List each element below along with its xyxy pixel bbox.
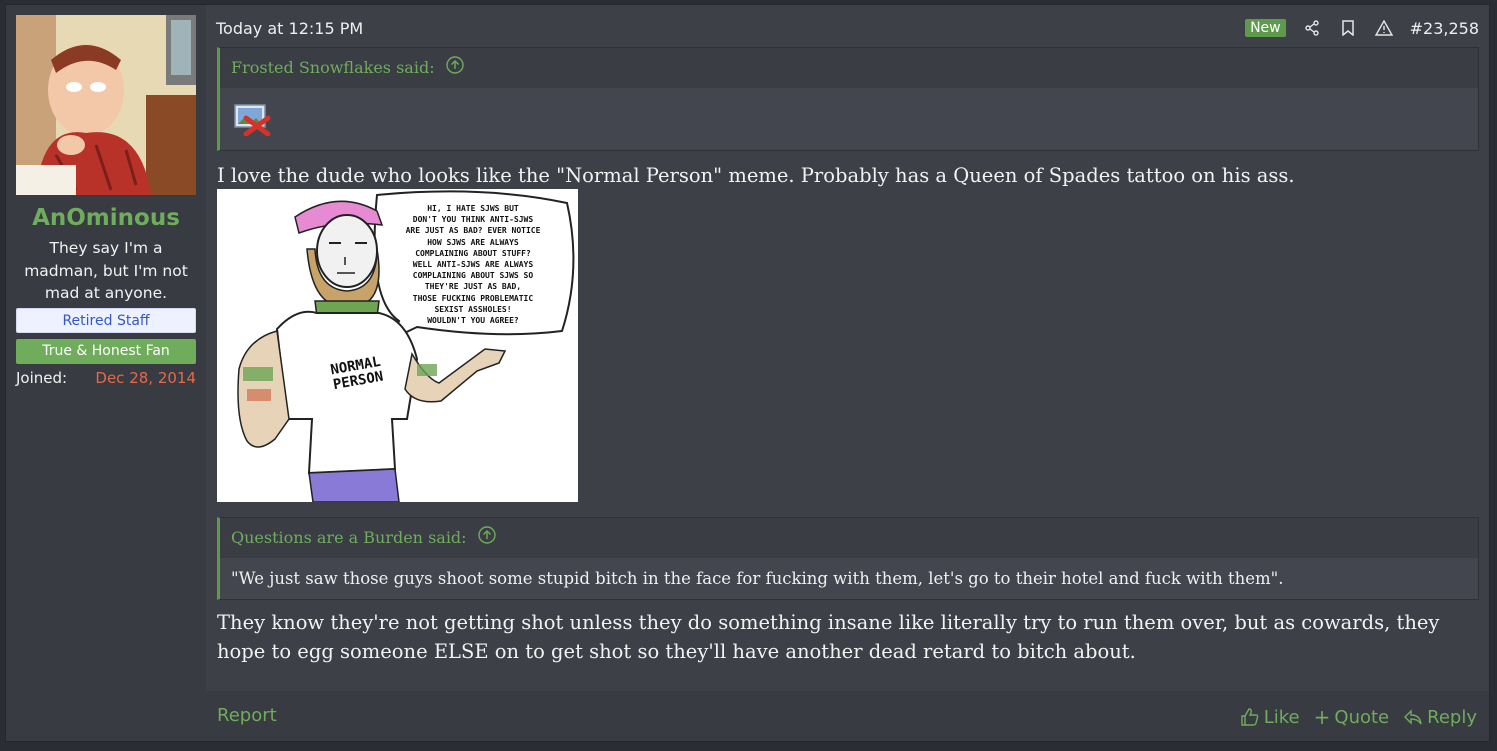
post-footer: Report Like + Quote Reply <box>206 691 1489 741</box>
meme-speech-line: WOULDN'T YOU AGREE? <box>427 316 519 326</box>
quote-header: Questions are a Burden said: <box>220 518 1478 558</box>
quote-text: "We just saw those guys shoot some stupi… <box>220 558 1478 599</box>
meme-speech-line: DON'T YOU THINK ANTI-SJWS <box>412 215 534 225</box>
meme-speech-line: COMPLAINING ABOUT STUFF? <box>415 248 531 258</box>
avatar-image <box>16 15 196 195</box>
meme-speech-line: COMPLAINING ABOUT SJWS SO <box>412 271 534 281</box>
broken-image-icon[interactable] <box>234 104 272 141</box>
post-content: Today at 12:15 PM New #23,258 Frosted Sn… <box>206 5 1489 741</box>
post-number[interactable]: #23,258 <box>1410 19 1479 38</box>
username[interactable]: AnOminous <box>6 205 206 231</box>
quote-label: Quote <box>1334 706 1390 728</box>
forum-post: AnOminous They say I'm a madman, but I'm… <box>5 4 1490 742</box>
quote-header: Frosted Snowflakes said: <box>220 48 1478 88</box>
user-info-panel: AnOminous They say I'm a madman, but I'm… <box>6 5 206 741</box>
plus-icon: + <box>1313 705 1331 729</box>
bookmark-icon[interactable] <box>1338 18 1358 38</box>
up-arrow-circle-icon[interactable] <box>477 519 496 559</box>
report-link[interactable]: Report <box>217 705 277 726</box>
reply-icon <box>1404 709 1422 725</box>
quote-author[interactable]: Frosted Snowflakes said: <box>231 58 435 77</box>
quote-author[interactable]: Questions are a Burden said: <box>231 528 467 547</box>
quote-block-2: Questions are a Burden said: "We just sa… <box>217 517 1479 600</box>
meme-speech-line: HI, I HATE SJWS BUT <box>427 204 519 213</box>
quote-block-1: Frosted Snowflakes said: <box>217 47 1479 151</box>
meme-speech-line: SEXIST ASSHOLES! <box>434 304 512 314</box>
user-avatar[interactable] <box>16 15 196 195</box>
joined-row: Joined: Dec 28, 2014 <box>16 369 196 387</box>
share-icon[interactable] <box>1302 18 1322 38</box>
meme-speech-line: THOSE FUCKING PROBLEMATIC <box>412 293 534 303</box>
like-label: Like <box>1263 706 1300 728</box>
meme-speech-line: WELL ANTI-SJWS ARE ALWAYS <box>412 260 534 270</box>
honest-fan-banner: True & Honest Fan <box>16 339 196 364</box>
post-header: Today at 12:15 PM New #23,258 <box>216 17 1479 39</box>
reply-button[interactable]: Reply <box>1403 705 1477 729</box>
normal-person-meme-image[interactable]: HI, I HATE SJWS BUT DON'T YOU THINK ANTI… <box>217 189 578 502</box>
post-header-actions: New #23,258 <box>1245 18 1479 38</box>
joined-date: Dec 28, 2014 <box>95 369 196 387</box>
meme-speech-line: THEY'RE JUST AS BAD, <box>424 282 522 292</box>
message-text-1: I love the dude who looks like the "Norm… <box>217 164 1295 187</box>
up-arrow-circle-icon[interactable] <box>445 49 464 89</box>
meme-speech-line: HOW SJWS ARE ALWAYS <box>427 237 519 247</box>
warning-icon[interactable] <box>1374 18 1394 38</box>
like-button[interactable]: Like <box>1240 705 1300 729</box>
retired-staff-banner: Retired Staff <box>16 308 196 333</box>
thumbs-up-icon <box>1241 708 1259 726</box>
quote-button[interactable]: + Quote <box>1314 705 1390 729</box>
post-actions: Like + Quote Reply <box>1240 705 1477 729</box>
quote-body <box>220 88 1478 150</box>
meme-speech-text: HI, I HATE SJWS BUT DON'T YOU THINK ANTI… <box>385 203 561 326</box>
post-date[interactable]: Today at 12:15 PM <box>216 19 363 38</box>
message-text-2: They know they're not getting shot unles… <box>217 611 1440 663</box>
meme-speech-line: ARE JUST AS BAD? EVER NOTICE <box>405 226 541 236</box>
new-badge: New <box>1245 19 1286 37</box>
joined-label: Joined: <box>16 369 68 387</box>
user-title: They say I'm a madman, but I'm not mad a… <box>24 239 188 302</box>
reply-label: Reply <box>1427 706 1477 728</box>
